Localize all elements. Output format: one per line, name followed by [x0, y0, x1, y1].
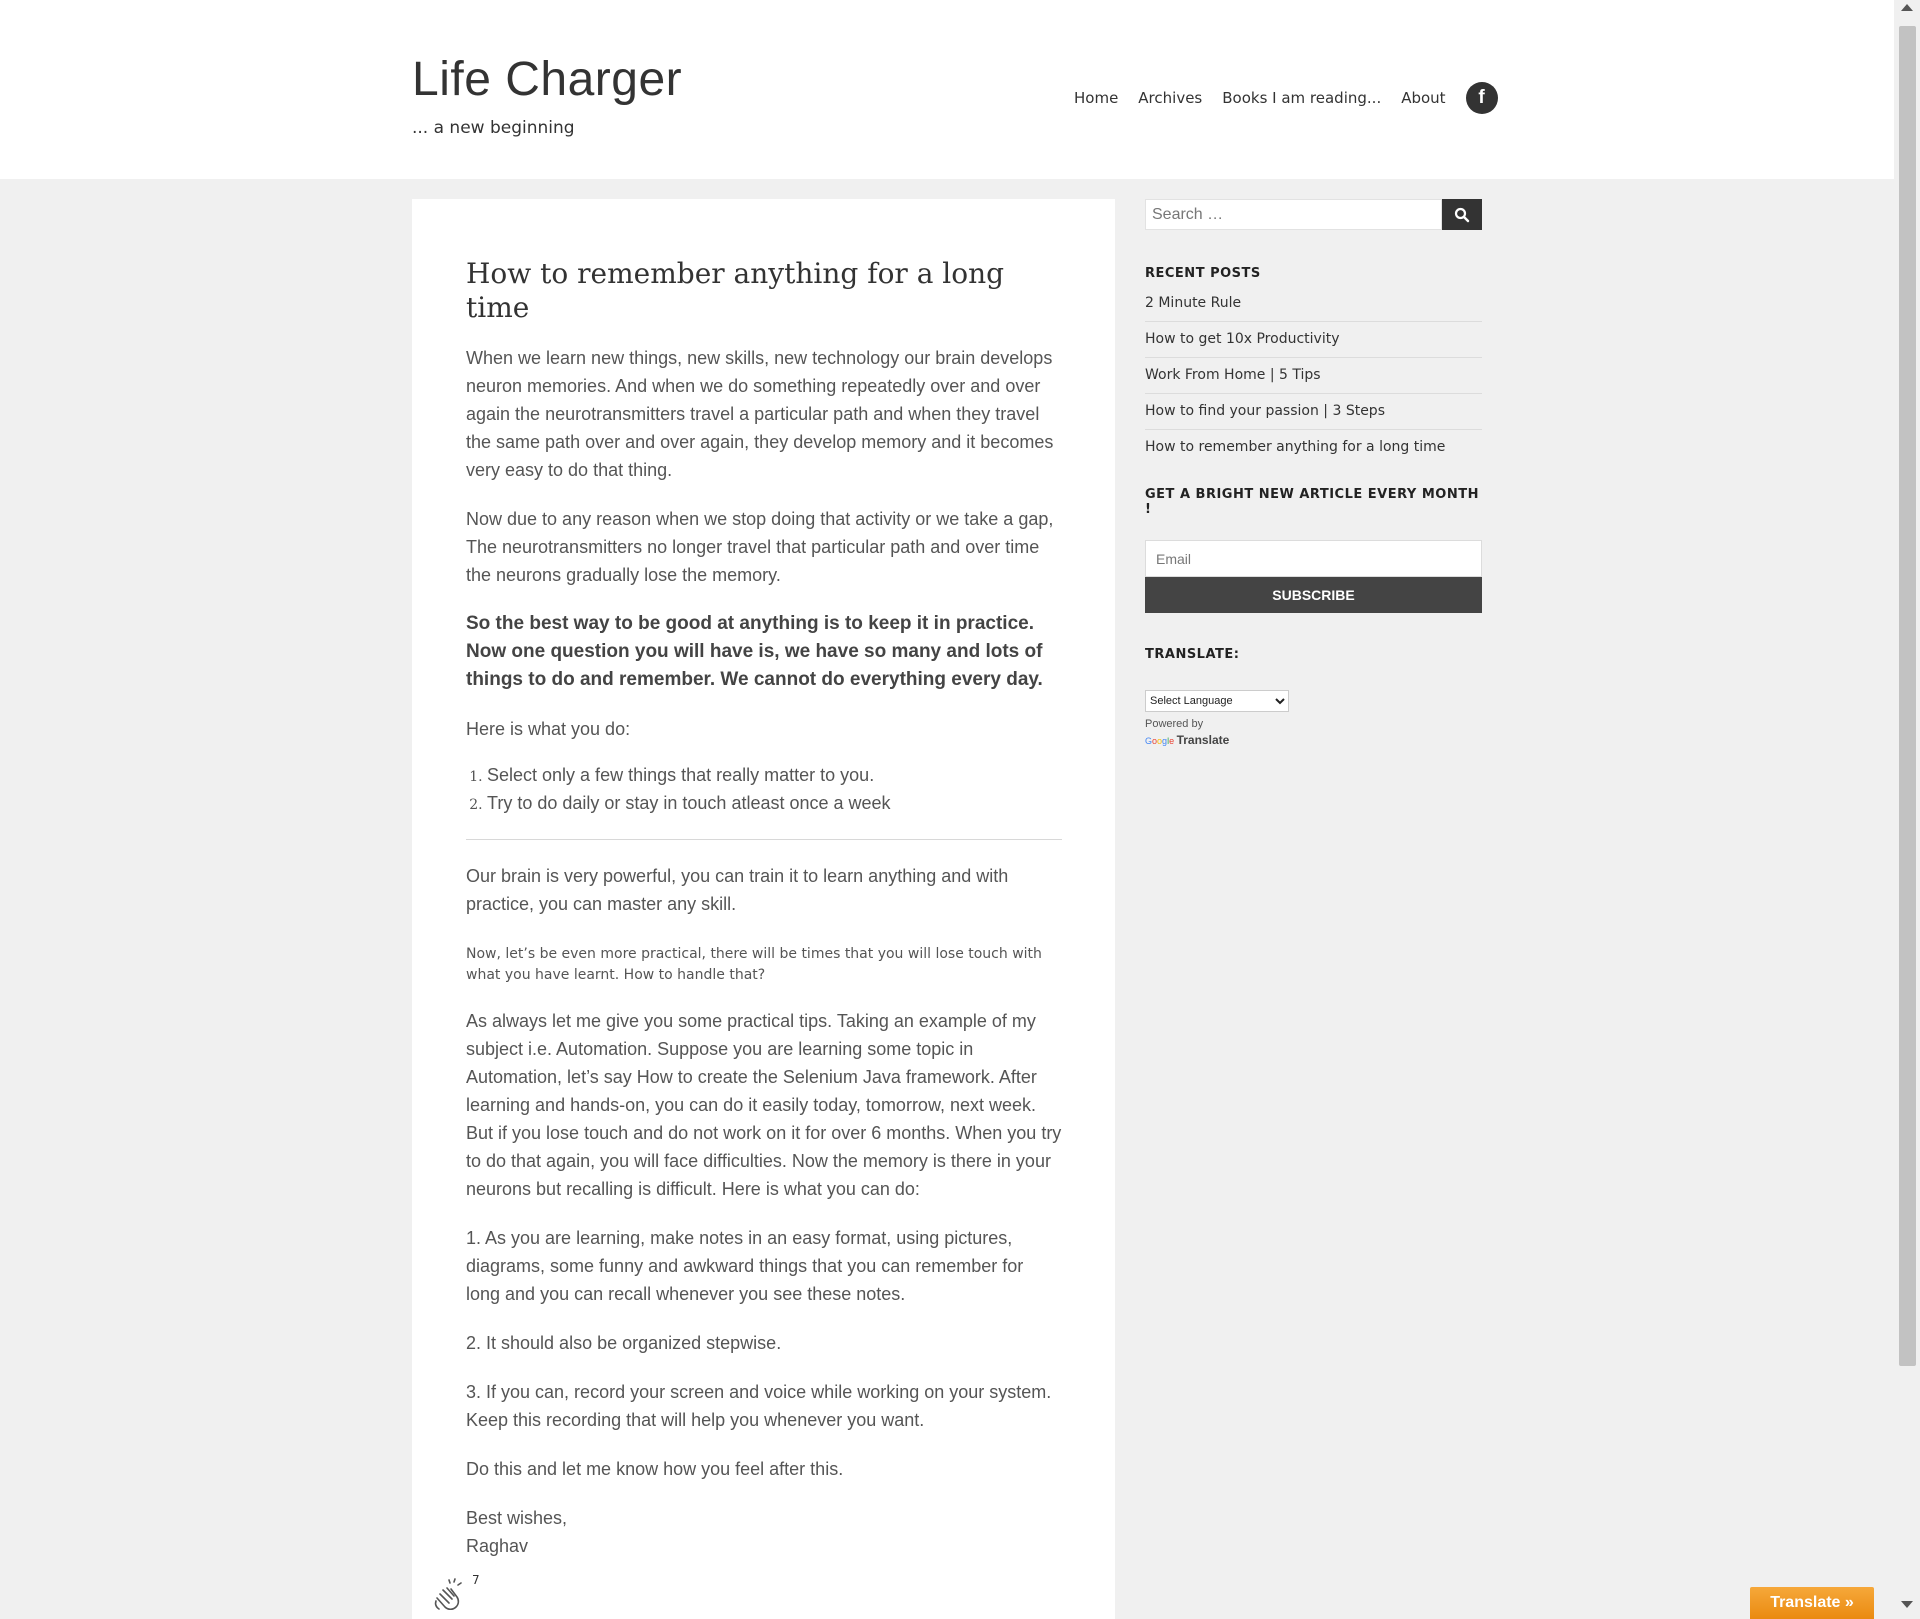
- recent-post-link[interactable]: Work From Home | 5 Tips: [1145, 367, 1321, 383]
- recent-posts-list: 2 Minute Rule How to get 10x Productivit…: [1145, 295, 1482, 465]
- paragraph: When we learn new things, new skills, ne…: [466, 348, 1054, 481]
- article: How to remember anything for a long time…: [412, 199, 1115, 1619]
- subscribe-heading: GET A BRIGHT NEW ARTICLE EVERY MONTH !: [1145, 487, 1479, 517]
- clap-count: 7: [472, 1573, 480, 1587]
- paragraph: Here is what you do:: [466, 719, 631, 740]
- google-translate-link[interactable]: Google Translate: [1145, 733, 1482, 747]
- article-body: How to remember anything for a long time…: [466, 199, 1062, 1560]
- paragraph: Do this and let me know how you feel aft…: [466, 1459, 844, 1480]
- site-tagline: ... a new beginning: [412, 118, 575, 138]
- email-field[interactable]: [1145, 540, 1482, 577]
- recent-post-item: How to get 10x Productivity: [1145, 322, 1482, 358]
- tip-paragraph: 3. If you can, record your screen and vo…: [466, 1382, 1052, 1431]
- recent-post-link[interactable]: How to get 10x Productivity: [1145, 331, 1339, 347]
- list-item: Try to do daily or stay in touch atleast…: [487, 789, 1062, 817]
- translate-floating-button[interactable]: Translate »: [1750, 1587, 1874, 1619]
- scroll-up-arrow-icon[interactable]: [1901, 4, 1913, 11]
- recent-post-link[interactable]: How to find your passion | 3 Steps: [1145, 403, 1385, 419]
- small-paragraph: Now, let’s be even more practical, there…: [466, 946, 1042, 984]
- clap-button[interactable]: 7: [428, 1573, 480, 1617]
- list-item: Select only a few things that really mat…: [487, 761, 1062, 789]
- site-title[interactable]: Life Charger: [412, 52, 682, 107]
- google-logo: Google: [1145, 736, 1175, 746]
- recent-posts-heading: RECENT POSTS: [1145, 266, 1261, 281]
- main-nav: Home Archives Books I am reading... Abou…: [1074, 82, 1498, 114]
- tip-paragraph: 1. As you are learning, make notes in an…: [466, 1228, 1024, 1305]
- recent-post-item: 2 Minute Rule: [1145, 295, 1482, 322]
- scroll-down-arrow-icon[interactable]: [1901, 1601, 1913, 1608]
- subscribe-button[interactable]: SUBSCRIBE: [1145, 577, 1482, 613]
- scroll-thumb[interactable]: [1899, 26, 1916, 1366]
- sidebar: RECENT POSTS 2 Minute Rule How to get 10…: [1145, 199, 1482, 747]
- paragraph: Our brain is very powerful, you can trai…: [466, 866, 1009, 915]
- search-form: [1145, 199, 1482, 230]
- tip-paragraph: 2. It should also be organized stepwise.: [466, 1333, 782, 1354]
- recent-post-link[interactable]: 2 Minute Rule: [1145, 295, 1241, 311]
- article-title: How to remember anything for a long time: [466, 257, 1005, 324]
- site-header: Life Charger ... a new beginning Home Ar…: [0, 0, 1894, 179]
- recent-post-link[interactable]: How to remember anything for a long time: [1145, 439, 1445, 455]
- steps-list: Select only a few things that really mat…: [466, 761, 1062, 817]
- facebook-icon[interactable]: f: [1465, 82, 1498, 114]
- search-icon: [1454, 207, 1470, 222]
- recent-post-item: Work From Home | 5 Tips: [1145, 358, 1482, 394]
- bold-paragraph: So the best way to be good at anything i…: [466, 613, 1043, 691]
- language-select[interactable]: Select Language: [1145, 690, 1289, 712]
- vertical-scrollbar[interactable]: [1894, 0, 1920, 1619]
- powered-by-label: Powered by: [1145, 718, 1204, 730]
- signoff-greeting: Best wishes,: [466, 1508, 568, 1529]
- signoff-author: Raghav: [466, 1536, 529, 1557]
- translate-heading: TRANSLATE:: [1145, 647, 1240, 662]
- signoff: Best wishes, Raghav: [466, 1504, 1062, 1560]
- nav-books[interactable]: Books I am reading...: [1222, 89, 1381, 107]
- paragraph: Now due to any reason when we stop doing…: [466, 509, 1054, 586]
- nav-about[interactable]: About: [1401, 89, 1445, 107]
- translate-link-label[interactable]: Translate: [1177, 733, 1230, 747]
- clap-icon[interactable]: [428, 1577, 468, 1617]
- divider: [466, 839, 1062, 841]
- nav-archives[interactable]: Archives: [1138, 89, 1202, 107]
- nav-home[interactable]: Home: [1074, 89, 1118, 107]
- search-input[interactable]: [1145, 199, 1442, 230]
- search-button[interactable]: [1442, 199, 1482, 230]
- paragraph: As always let me give you some practical…: [466, 1011, 1062, 1200]
- recent-post-item: How to remember anything for a long time: [1145, 430, 1482, 465]
- recent-post-item: How to find your passion | 3 Steps: [1145, 394, 1482, 430]
